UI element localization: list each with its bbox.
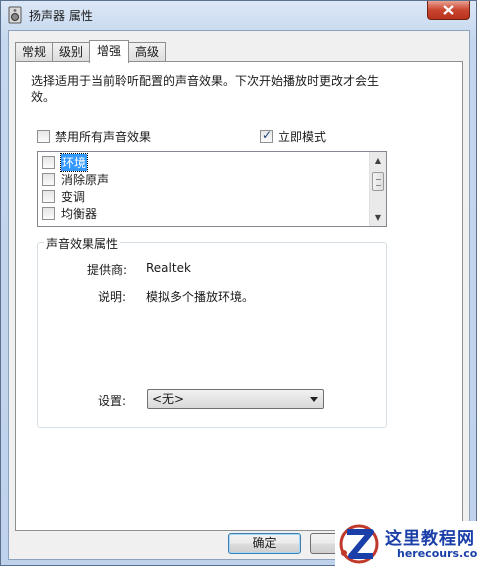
provider-label: 提供商: bbox=[87, 263, 128, 277]
tab-advanced[interactable]: 高级 bbox=[128, 42, 167, 62]
panel-description: 选择适用于当前聆听配置的声音效果。下次开始播放时更改才会生效。 bbox=[31, 74, 380, 104]
group-title: 声音效果属性 bbox=[44, 235, 121, 252]
list-item[interactable]: 变调 bbox=[42, 188, 109, 205]
site-watermark: 这里教程网 herecours.com bbox=[335, 521, 477, 566]
effect-label: 环境 bbox=[59, 153, 89, 172]
effect-properties-group: 声音效果属性 提供商: Realtek 说明: 模拟多个播放环境。 设置: <无… bbox=[37, 235, 387, 428]
provider-value: Realtek bbox=[146, 261, 191, 275]
list-item[interactable]: 均衡器 bbox=[42, 205, 109, 222]
effect-check-box[interactable] bbox=[42, 190, 55, 203]
description-value: 模拟多个播放环境。 bbox=[146, 290, 255, 304]
watermark-title: 这里教程网 bbox=[385, 529, 475, 549]
scroll-down-icon[interactable]: ▼ bbox=[370, 209, 386, 226]
tab-enhancements[interactable]: 增强 bbox=[89, 40, 130, 63]
chevron-down-icon bbox=[310, 397, 318, 402]
effect-label: 均衡器 bbox=[61, 207, 98, 221]
ok-button[interactable]: 确定 bbox=[228, 533, 301, 554]
tab-general[interactable]: 常规 bbox=[15, 42, 54, 62]
title-bar[interactable]: 扬声器 属性 bbox=[1, 1, 476, 29]
disable-all-check-box[interactable] bbox=[37, 130, 50, 143]
settings-dropdown[interactable]: <无> bbox=[147, 389, 324, 409]
description-label: 说明: bbox=[98, 290, 127, 304]
settings-label: 设置: bbox=[98, 394, 127, 408]
properties-window: 扬声器 属性 常规 级别 增强 高级 选择适用于当前聆听配置的声音效果。下次开始… bbox=[0, 0, 477, 566]
tab-levels[interactable]: 级别 bbox=[52, 42, 91, 62]
immediate-mode-label: 立即模式 bbox=[278, 130, 327, 144]
watermark-logo-icon bbox=[339, 524, 379, 564]
effect-label: 消除原声 bbox=[61, 173, 110, 187]
scroll-up-icon[interactable]: ▲ bbox=[370, 152, 386, 169]
effect-check-box[interactable] bbox=[42, 156, 55, 169]
list-item[interactable]: 消除原声 bbox=[42, 171, 109, 188]
close-icon bbox=[443, 5, 454, 15]
immediate-mode-checkbox[interactable]: 立即模式 bbox=[260, 128, 326, 145]
effect-label: 变调 bbox=[61, 190, 86, 204]
scroll-thumb[interactable] bbox=[372, 172, 384, 191]
list-item[interactable]: 环境 bbox=[42, 153, 109, 172]
disable-all-label: 禁用所有声音效果 bbox=[55, 130, 152, 144]
effects-list[interactable]: 环境 消除原声 变调 均衡器 ▲ ▼ bbox=[37, 151, 387, 227]
disable-all-effects-checkbox[interactable]: 禁用所有声音效果 bbox=[37, 128, 151, 145]
window-title: 扬声器 属性 bbox=[29, 9, 93, 23]
immediate-mode-check-box[interactable] bbox=[260, 128, 273, 143]
speaker-icon bbox=[7, 6, 23, 24]
vertical-scrollbar[interactable]: ▲ ▼ bbox=[369, 152, 386, 226]
close-button[interactable] bbox=[427, 1, 470, 20]
effect-check-box[interactable] bbox=[42, 173, 55, 186]
tab-strip: 常规 级别 增强 高级 bbox=[15, 40, 167, 63]
settings-selected-value: <无> bbox=[152, 392, 185, 406]
effect-check-box[interactable] bbox=[42, 207, 55, 220]
dialog-client-area: 常规 级别 增强 高级 选择适用于当前聆听配置的声音效果。下次开始播放时更改才会… bbox=[8, 30, 470, 560]
watermark-url: herecours.com bbox=[397, 547, 477, 560]
